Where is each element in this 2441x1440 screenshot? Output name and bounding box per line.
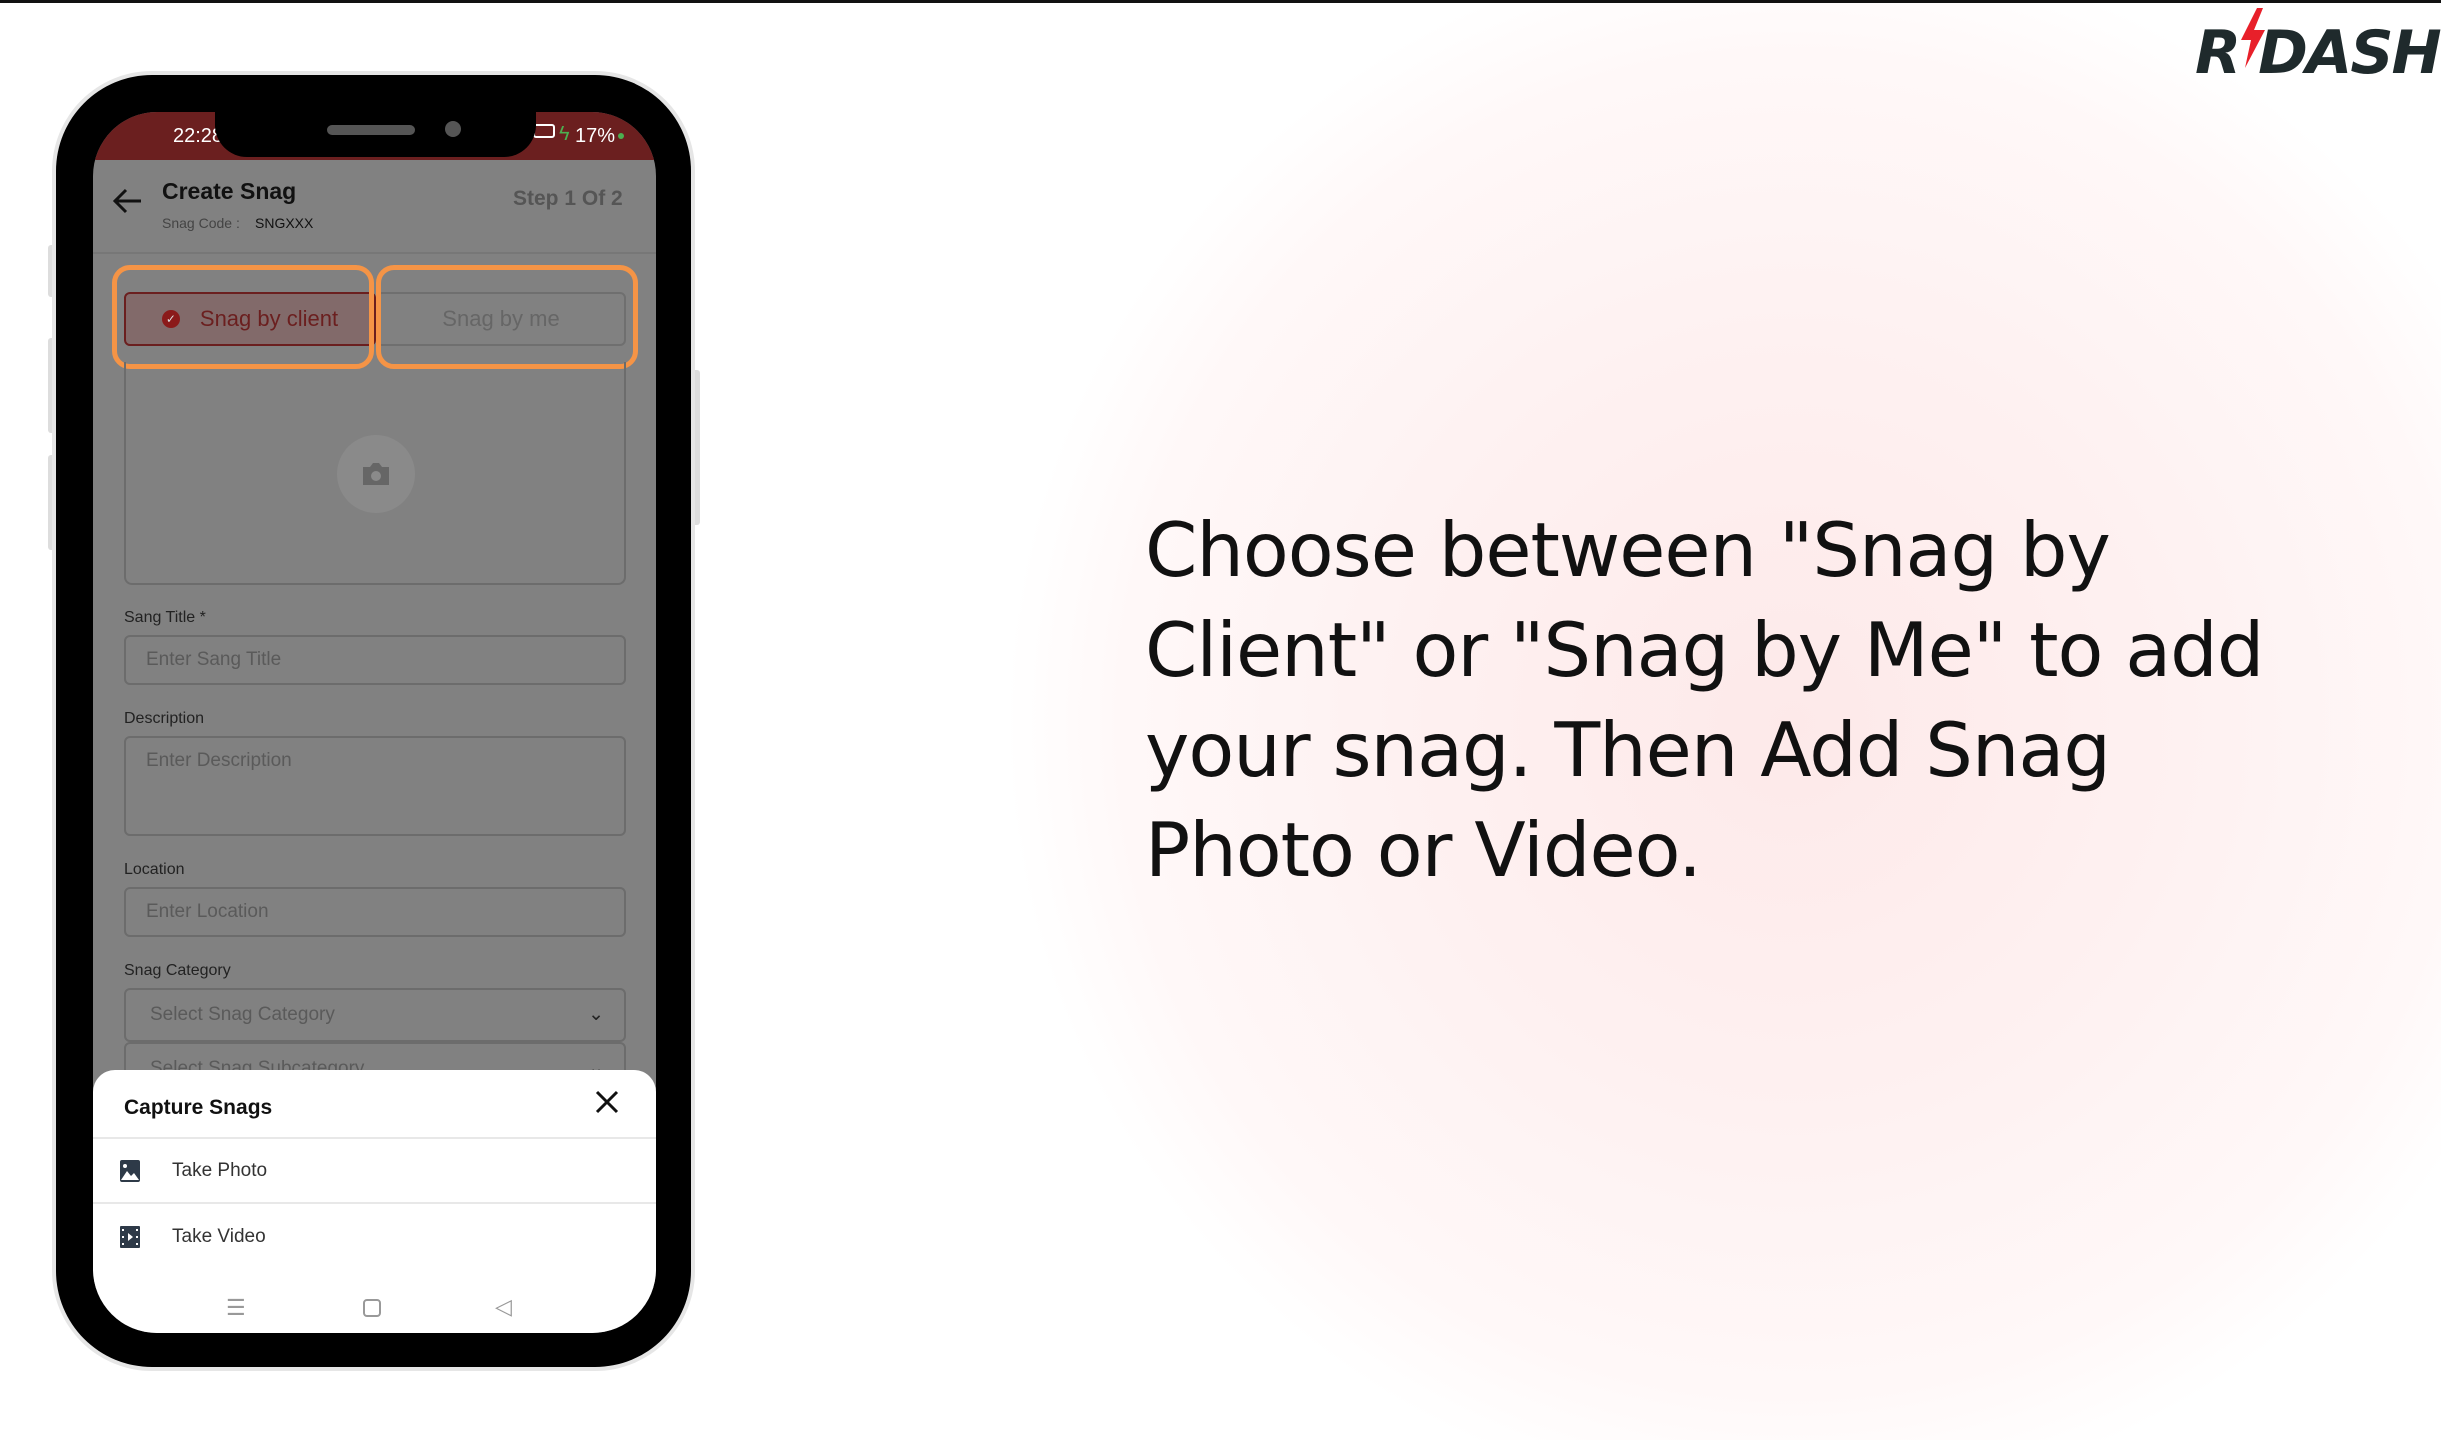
- phone-notch: [215, 112, 536, 157]
- phone-power-button: [692, 370, 700, 525]
- top-border: [0, 0, 2441, 3]
- location-label: Location: [124, 861, 185, 878]
- location-input[interactable]: Enter Location: [124, 887, 626, 937]
- chevron-down-icon: ⌄: [588, 1004, 604, 1025]
- status-dot: [618, 133, 624, 139]
- sheet-title: Capture Snags: [124, 1096, 273, 1119]
- snag-code-value: SNGXXX: [255, 215, 314, 231]
- menu-nav-icon[interactable]: ☰: [226, 1295, 246, 1321]
- phone-volume-down: [48, 455, 56, 550]
- take-video-item[interactable]: Take Video: [93, 1202, 656, 1270]
- phone-side-button: [48, 245, 56, 297]
- app-header: Create Snag Snag Code : SNGXXX Step 1 Of…: [93, 160, 656, 254]
- title-label: Sang Title *: [124, 609, 206, 626]
- description-label: Description: [124, 710, 205, 727]
- media-upload-box[interactable]: [124, 362, 626, 585]
- take-photo-label: Take Photo: [172, 1159, 268, 1181]
- charging-icon: ϟ: [559, 123, 570, 145]
- back-arrow-icon[interactable]: [113, 188, 143, 214]
- back-nav-icon[interactable]: ◁: [495, 1294, 512, 1320]
- phone-screen: 22:28 ϟ 17% Create Snag Snag Code : SNGX…: [93, 112, 656, 1333]
- film-icon: [120, 1226, 140, 1248]
- image-icon: [120, 1159, 140, 1182]
- camera-icon[interactable]: [337, 435, 415, 513]
- highlight-client: [112, 265, 374, 369]
- battery-level: 17%: [575, 125, 616, 147]
- capture-snags-sheet: Capture Snags Take Photo Take Video ☰ ◁: [93, 1070, 656, 1333]
- step-indicator: Step 1 Of 2: [513, 187, 623, 210]
- instruction-caption: Choose between "Snag by Client" or "Snag…: [1145, 506, 2264, 894]
- lightning-icon: [2241, 8, 2265, 68]
- category-label: Snag Category: [124, 962, 231, 979]
- take-video-label: Take Video: [172, 1226, 266, 1247]
- highlight-me: [376, 265, 638, 369]
- page-title: Create Snag: [162, 178, 297, 204]
- snag-code-label: Snag Code :: [162, 215, 240, 231]
- close-icon[interactable]: [595, 1090, 619, 1114]
- description-input[interactable]: Enter Description: [124, 736, 626, 836]
- phone-volume-up: [48, 338, 56, 433]
- rdash-logo: R DASH: [2195, 8, 2441, 88]
- battery-icon: [533, 124, 555, 138]
- home-nav-icon[interactable]: [363, 1299, 381, 1317]
- title-input[interactable]: Enter Sang Title: [124, 635, 626, 685]
- take-photo-item[interactable]: Take Photo: [93, 1137, 656, 1202]
- category-select[interactable]: Select Snag Category ⌄: [124, 988, 626, 1042]
